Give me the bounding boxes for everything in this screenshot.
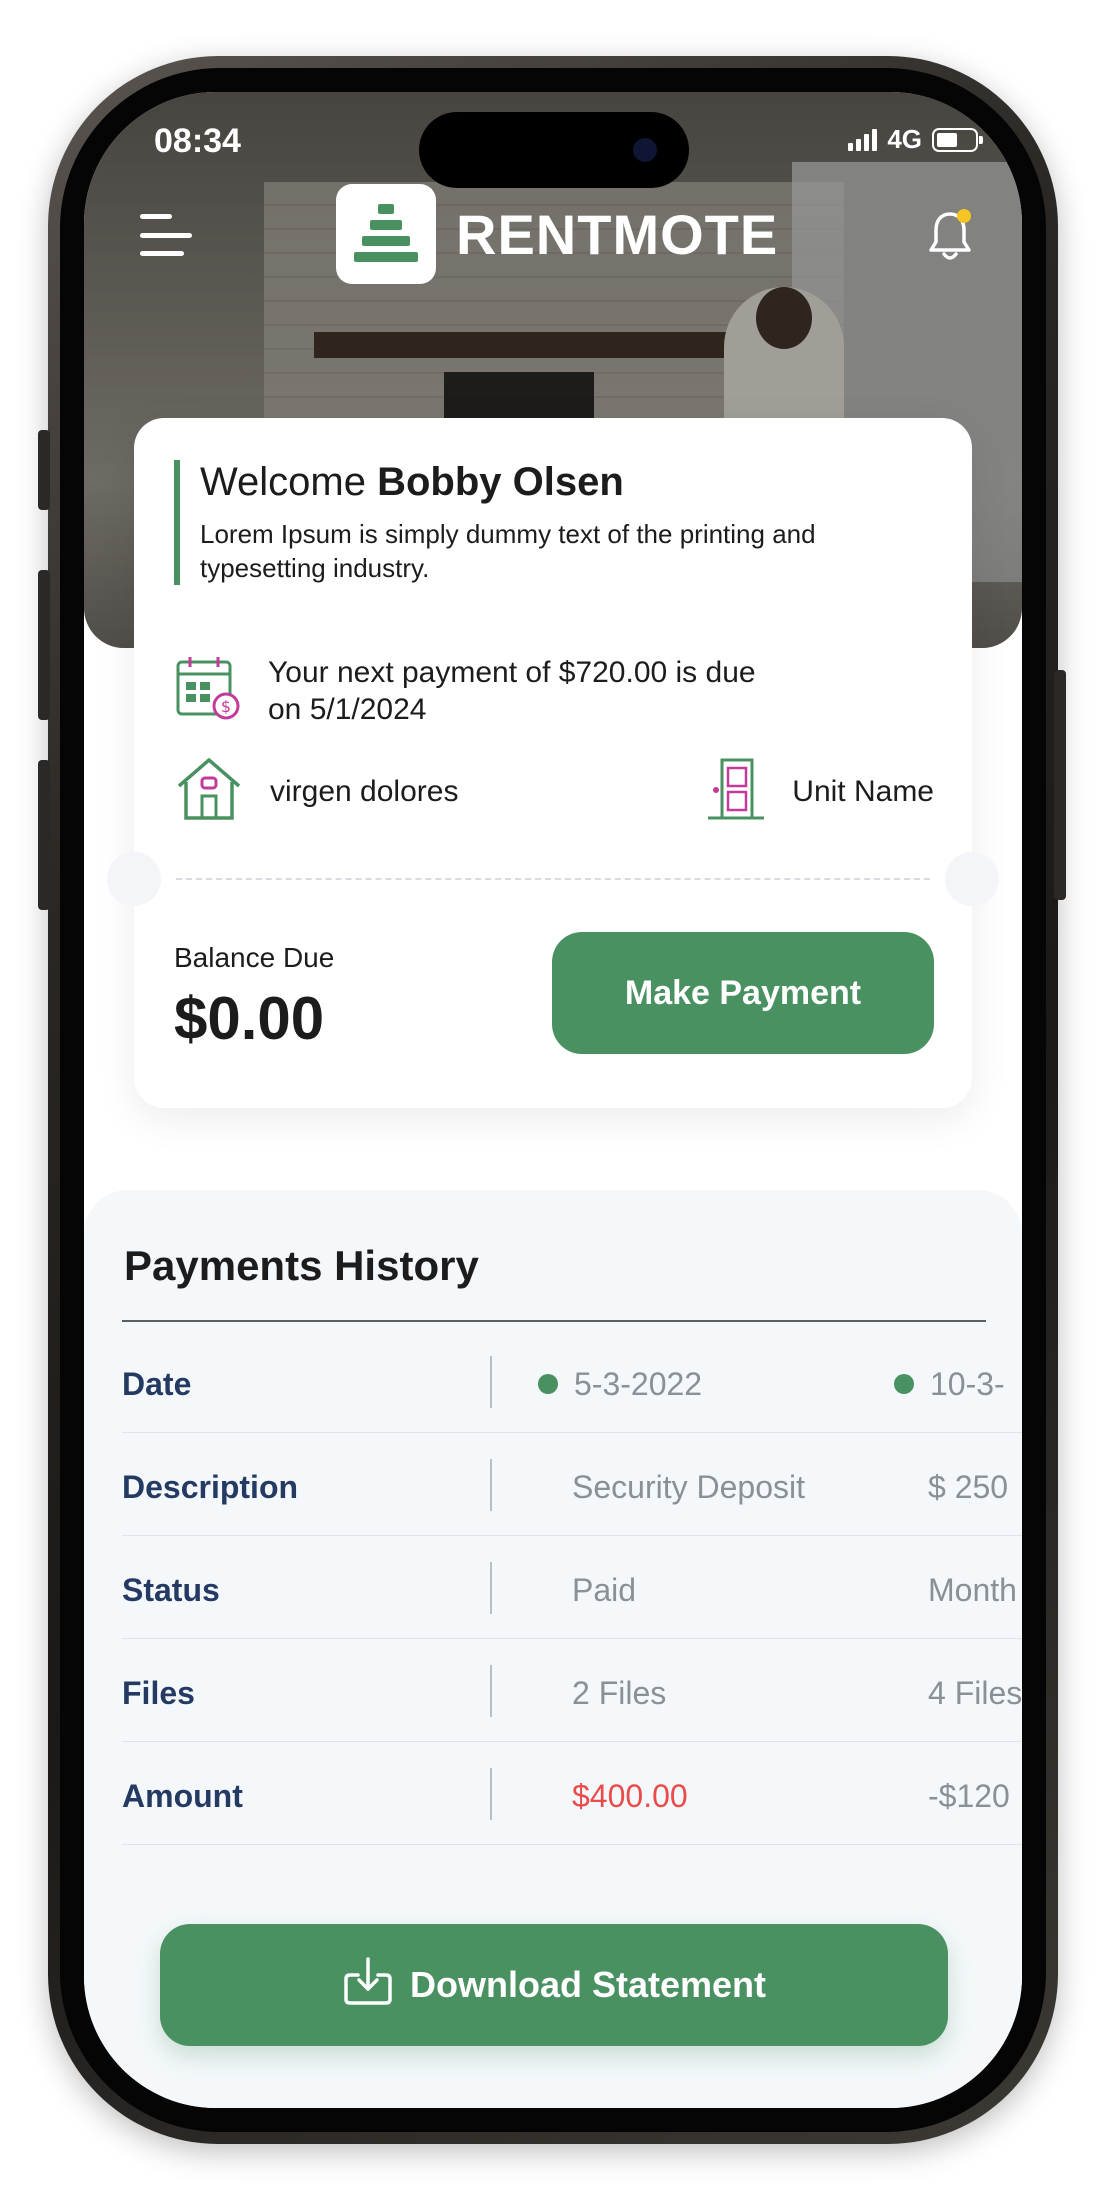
brand-logo: RENTMOTE — [336, 184, 778, 284]
table-row-clip: Date 5-3-2022 10-3- — [122, 1330, 1022, 1432]
status-time: 08:34 — [154, 122, 241, 160]
date-value: 5-3-2022 — [574, 1366, 703, 1402]
table-row-amount: Amount $400.00 -$120 — [122, 1742, 1022, 1845]
amount-value: -$120 — [928, 1778, 1010, 1814]
next-payment-info: $ Your next payment of $720.00 is due on… — [174, 654, 788, 728]
card-notch-left — [107, 852, 161, 906]
phone-screen: 08:34 4G RENTMOTE Welcome Bobby Olsen Lo… — [84, 92, 1022, 2108]
unit-name-item: Unit Name — [706, 754, 934, 830]
row-label-status: Status — [122, 1572, 220, 1608]
bell-icon[interactable] — [926, 206, 974, 262]
row-divider — [490, 1665, 492, 1717]
row-divider — [490, 1562, 492, 1614]
row-divider — [490, 1459, 492, 1511]
welcome-description: Lorem Ipsum is simply dummy text of the … — [200, 519, 816, 583]
table-row-date: Date 5-3-2022 10-3- — [122, 1330, 1022, 1433]
table-cell: 5-3-2022 — [538, 1366, 702, 1403]
date-value: 10-3- — [930, 1366, 1005, 1402]
unit-name: Unit Name — [792, 775, 934, 808]
network-type: 4G — [887, 124, 922, 154]
card-divider — [176, 878, 930, 880]
status-indicators: 4G — [848, 124, 983, 155]
amount-value: $400.00 — [572, 1778, 688, 1814]
battery-icon — [932, 127, 983, 152]
status-dot — [894, 1373, 914, 1394]
download-statement-button[interactable]: Download Statement — [160, 1924, 948, 2046]
table-row-status: Status Paid Month — [122, 1536, 1022, 1639]
description-value: $ 250 — [928, 1469, 1009, 1505]
row-divider — [490, 1768, 492, 1820]
status-dot — [538, 1373, 558, 1394]
tenant-name: Bobby Olsen — [377, 460, 624, 504]
files-link[interactable]: 2 Files — [572, 1675, 666, 1712]
svg-text:$: $ — [221, 697, 231, 716]
hamburger-menu-icon[interactable] — [140, 210, 192, 260]
signal-icon — [848, 128, 878, 151]
payments-history-rule — [122, 1320, 986, 1322]
tenant-summary-card: Welcome Bobby Olsen Lorem Ipsum is simpl… — [107, 418, 999, 1108]
calendar-payment-icon: $ — [174, 654, 242, 727]
download-label: Download Statement — [409, 1964, 767, 2005]
table-row-clip: Files 2 Files 4 Files — [122, 1639, 1022, 1741]
status-value: Paid — [572, 1572, 637, 1608]
row-label-date: Date — [122, 1366, 192, 1402]
rentmote-logo-icon — [336, 184, 436, 284]
payments-history-title: Payments History — [124, 1242, 479, 1289]
download-icon — [342, 1955, 394, 2016]
property-row: virgen dolores Unit Name — [174, 754, 934, 830]
welcome-title: Welcome Bobby Olsen — [200, 460, 914, 505]
status-value: Month — [928, 1572, 1017, 1608]
welcome-block: Welcome Bobby Olsen Lorem Ipsum is simpl… — [174, 460, 914, 585]
next-payment-text: Your next payment of $720.00 is due on 5… — [268, 656, 756, 726]
balance-value: $0.00 — [174, 985, 325, 1052]
files-link[interactable]: 4 Files — [928, 1675, 1022, 1712]
make-payment-button[interactable]: Make Payment — [552, 932, 934, 1054]
table-row-clip: Status Paid Month — [122, 1536, 1022, 1638]
house-icon — [174, 754, 244, 830]
dynamic-island — [419, 112, 689, 188]
side-button-action — [38, 430, 50, 510]
row-label-amount: Amount — [122, 1778, 243, 1814]
property-name: virgen dolores — [270, 775, 459, 808]
brand-name: RENTMOTE — [456, 202, 779, 266]
table-row-clip: Description Security Deposit $ 250 — [122, 1433, 1022, 1535]
row-divider — [490, 1356, 492, 1408]
table-cell: 10-3- — [894, 1366, 1005, 1403]
door-icon — [706, 754, 766, 830]
payments-history-table[interactable]: Date 5-3-2022 10-3- Description Security… — [122, 1330, 1022, 1845]
side-button-power — [1054, 670, 1066, 900]
row-label-files: Files — [122, 1675, 195, 1711]
balance-label: Balance Due — [174, 942, 335, 973]
description-value: Security Deposit — [572, 1469, 805, 1505]
table-row-clip: Amount $400.00 -$120 — [122, 1742, 1022, 1844]
side-button-volume-up — [38, 570, 50, 720]
welcome-greeting: Welcome — [200, 460, 378, 504]
row-label-description: Description — [122, 1469, 299, 1505]
table-row-description: Description Security Deposit $ 250 — [122, 1433, 1022, 1536]
side-button-volume-down — [38, 760, 50, 910]
card-notch-right — [945, 852, 999, 906]
table-row-files: Files 2 Files 4 Files — [122, 1639, 1022, 1742]
property-name-item: virgen dolores — [174, 754, 458, 830]
front-camera — [633, 138, 657, 162]
